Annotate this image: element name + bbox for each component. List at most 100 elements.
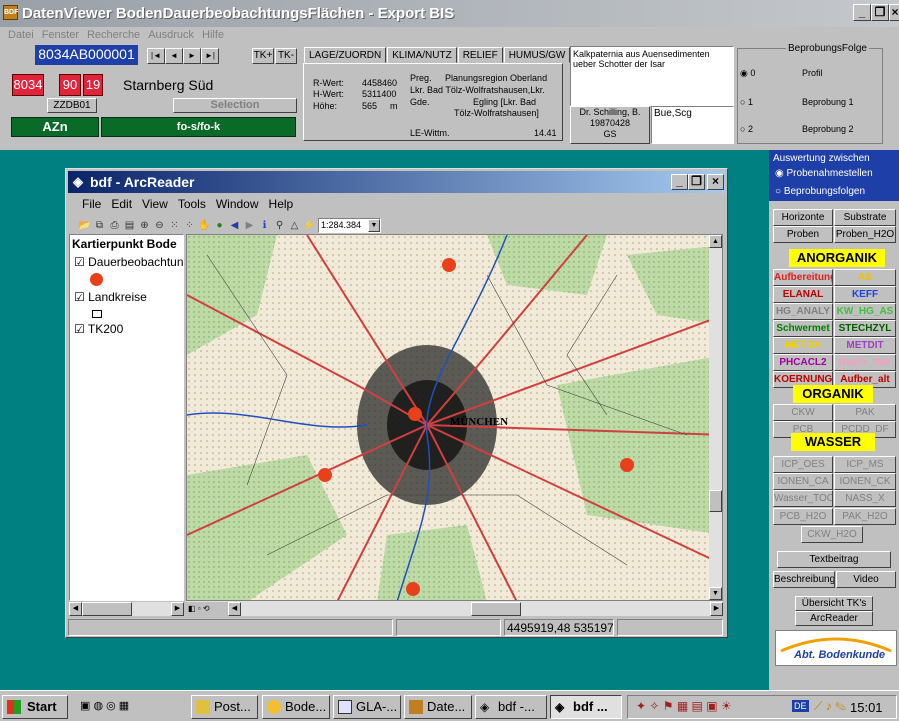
code-field-2[interactable]: 90 [59,74,81,96]
sample-point[interactable] [620,458,634,472]
menu-file[interactable]: File [82,197,101,211]
tab-humus[interactable]: HUMUS/GW [503,47,571,63]
map-view[interactable]: MÜNCHEN ▲ ▼ [186,234,723,601]
map-hscrollbar[interactable]: ◧ ▫ ⟲ ◀ ▶ [186,601,723,616]
uebersicht-tk-button[interactable]: Übersicht TK's [795,596,873,611]
code-field-3[interactable]: 19 [83,74,103,96]
minimize-button[interactable]: _ [853,4,871,21]
tray-icons-2[interactable]: ⟋ ♪ ✎ [814,699,846,714]
radio-beprobungsfolgen[interactable]: ○ Beprobungsfolgen [775,186,865,197]
map-scroll-left[interactable]: ◀ [228,601,241,616]
toc-scroll-track[interactable] [132,601,171,616]
pan-icon[interactable]: ✋ [198,219,211,232]
layer-checkbox-2[interactable]: ☑ [74,290,85,304]
video-button[interactable]: Video [836,571,896,588]
nass-x-button[interactable]: NASS_X [834,490,896,507]
schwermet-button[interactable]: Schwermet [773,320,833,337]
fixed-zoom-out-icon[interactable]: ⁘ [183,219,196,232]
menu-fenster[interactable]: Fenster [42,29,79,41]
menu-datei[interactable]: Datei [8,29,34,41]
identify-icon[interactable]: ℹ [258,219,271,232]
radio-probenahmestellen[interactable]: ◉ Probenahmestellen [775,168,873,179]
layer-checkbox-3[interactable]: ☑ [74,322,85,336]
scale-dropdown-icon[interactable]: ▼ [368,219,380,232]
toc-scroll-left[interactable]: ◀ [69,601,82,616]
first-record-button[interactable]: |◄ [147,48,165,64]
toc-scroll-thumb[interactable] [82,601,132,616]
kw-hg-as-button[interactable]: KW_HG_AS [834,303,896,320]
tk-minus-button[interactable]: TK- [275,48,297,64]
menu-edit[interactable]: Edit [111,197,132,211]
menu-recherche[interactable]: Recherche [87,29,140,41]
copy-icon[interactable]: ⧉ [93,219,106,232]
task-gla[interactable]: GLA-... [333,695,401,719]
ionen-ck-button[interactable]: IONEN_CK [834,473,896,490]
sample-point[interactable] [406,582,420,596]
radio-nuk-button[interactable]: Radio_Nuk [834,354,896,371]
hg-analy-button[interactable]: HG_ANALY [773,303,833,320]
zoom-in-icon[interactable]: ⊕ [138,219,151,232]
measure-icon[interactable]: △ [288,219,301,232]
language-indicator[interactable]: DE [792,700,809,712]
task-post[interactable]: Post... [191,695,258,719]
pak-h2o-button[interactable]: PAK_H2O [834,508,896,525]
arc-close-button[interactable]: × [707,174,724,190]
radio-2[interactable]: ○ 2 [740,124,753,134]
phcacl2-button[interactable]: PHCACL2 [773,354,833,371]
print-icon[interactable]: ⎙ [108,219,121,232]
map-vscrollbar[interactable]: ▲ ▼ [709,235,722,600]
tab-relief[interactable]: RELIEF [457,47,503,63]
sample-point[interactable] [408,407,422,421]
metdit-button[interactable]: METDIT [834,337,896,354]
open-icon[interactable]: 📂 [78,219,91,232]
aufbereitung-button[interactable]: Aufbereitung [773,269,833,286]
elanal-button[interactable]: ELANAL [773,286,833,303]
tab-klima[interactable]: KLIMA/NUTZ [387,47,457,63]
prev-record-button[interactable]: ◄ [165,48,183,64]
arcreader-button[interactable]: ArcReader [795,611,873,626]
proben-h2o-button[interactable]: Proben_H2O [834,226,896,243]
map-scroll-down[interactable]: ▼ [709,587,722,600]
menu-help[interactable]: Help [269,197,294,211]
menu-view[interactable]: View [142,197,168,211]
task-bdf-1[interactable]: ◈ bdf -... [475,695,547,719]
toc-scroll-right[interactable]: ▶ [171,601,184,616]
hyperlink-icon[interactable]: ⚡ [303,219,316,232]
stechzyl-button[interactable]: STECHZYL [834,320,896,337]
page-layout-icon[interactable]: ▤ [123,219,136,232]
metox-button[interactable]: METOX [773,337,833,354]
layer-landkreise[interactable]: ☑ Landkreise [74,290,183,304]
beschreibung-button[interactable]: Beschreibung [773,571,835,588]
sample-point[interactable] [318,468,332,482]
map-vscroll-thumb[interactable] [709,490,722,512]
menu-ausdruck[interactable]: Ausdruck [148,29,194,41]
ckw-h2o-button[interactable]: CKW_H2O [801,526,863,543]
full-extent-icon[interactable]: ● [213,219,226,232]
next-record-button[interactable]: ► [183,48,201,64]
radio-1[interactable]: ○ 1 [740,97,753,107]
layer-dauerbeobachtung[interactable]: ☑ Dauerbeobachtun [74,255,183,269]
map-scroll-right[interactable]: ▶ [710,601,723,616]
abbr-field[interactable]: Bue,Scg [651,106,734,144]
ckw-button[interactable]: CKW [773,404,833,421]
last-record-button[interactable]: ►| [201,48,219,64]
task-bode[interactable]: Bode... [262,695,330,719]
arc-maximize-button[interactable]: ❐ [688,174,705,190]
record-id-field[interactable]: 8034AB000001 [35,45,138,65]
layout-view-icons[interactable]: ◧ ▫ ⟲ [186,601,228,616]
quicklaunch-icons[interactable]: ▣ ◍ ◎ ▦ [80,699,129,712]
pak-button[interactable]: PAK [834,404,896,421]
maximize-button[interactable]: ❐ [871,4,889,21]
wasser-toc-button[interactable]: Wasser_TOC [773,490,833,507]
menu-tools[interactable]: Tools [178,197,206,211]
layer-tk200[interactable]: ☑ TK200 [74,322,183,336]
keff-button[interactable]: KEFF [834,286,896,303]
pcb-h2o-button[interactable]: PCB_H2O [773,508,833,525]
task-bdf-2[interactable]: ◈ bdf ... [550,695,622,719]
selection-button[interactable]: Selection [173,98,297,113]
icp-ms-button[interactable]: ICP_MS [834,456,896,473]
menu-hilfe[interactable]: Hilfe [202,29,224,41]
proben-button[interactable]: Proben [773,226,833,243]
task-date[interactable]: Date... [404,695,472,719]
fixed-zoom-in-icon[interactable]: ⁙ [168,219,181,232]
